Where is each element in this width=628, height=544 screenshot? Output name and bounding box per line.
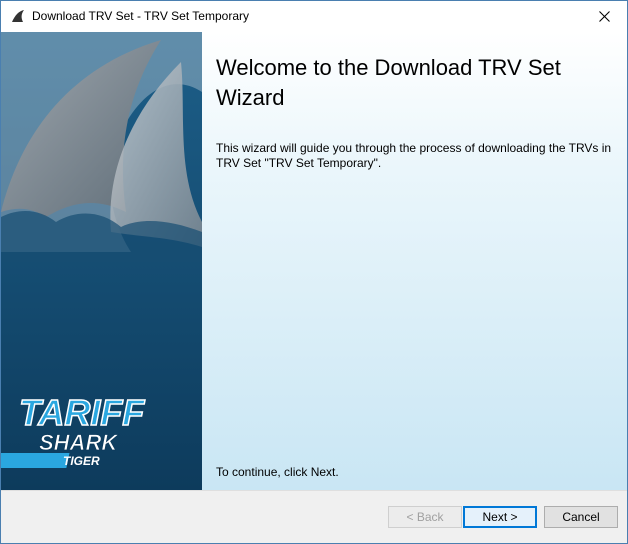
logo-line-3: TIGER	[63, 454, 100, 468]
button-bar: < Back Next > Cancel	[1, 490, 627, 543]
page-title: Welcome to the Download TRV Set Wizard	[216, 55, 561, 110]
continue-instruction: To continue, click Next.	[216, 465, 339, 479]
next-button[interactable]: Next >	[463, 506, 537, 528]
shark-fin-icon	[11, 9, 25, 23]
close-icon	[598, 11, 610, 22]
wizard-window: Download TRV Set - TRV Set Temporary TAR…	[0, 0, 628, 544]
back-button[interactable]: < Back	[388, 506, 462, 528]
close-button[interactable]	[581, 1, 627, 32]
title-bar[interactable]: Download TRV Set - TRV Set Temporary	[1, 1, 627, 32]
wizard-content: Welcome to the Download TRV Set Wizard T…	[202, 32, 627, 490]
wizard-banner: TARIFF SHARK TIGER	[1, 32, 202, 490]
logo-line-2: SHARK	[39, 430, 119, 455]
logo-line-1: TARIFF	[19, 392, 145, 433]
window-title: Download TRV Set - TRV Set Temporary	[32, 9, 249, 23]
cancel-button[interactable]: Cancel	[544, 506, 618, 528]
wizard-description: This wizard will guide you through the p…	[216, 141, 612, 170]
